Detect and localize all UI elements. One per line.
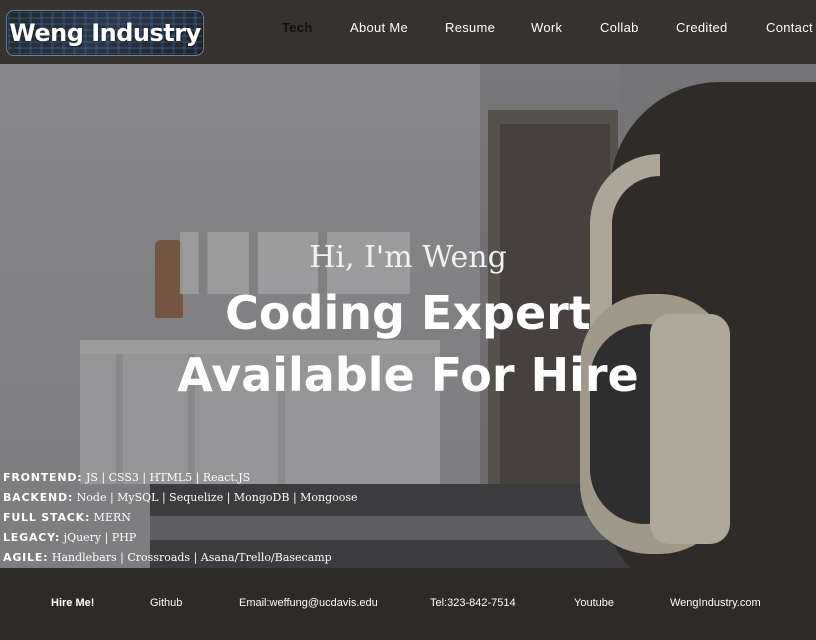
- skill-label: LEGACY:: [3, 531, 61, 544]
- skill-label: AGILE:: [3, 551, 49, 564]
- nav-item-tech[interactable]: Tech: [282, 20, 313, 35]
- github-link[interactable]: Github: [150, 597, 182, 609]
- site-logo[interactable]: Weng Industry: [6, 10, 204, 56]
- hero-greeting: Hi, I'm Weng: [309, 240, 507, 275]
- skill-row-full-stack: FULL STACK: MERN: [3, 508, 358, 528]
- nav-item-contact[interactable]: Contact: [766, 20, 813, 35]
- nav-item-credited[interactable]: Credited: [676, 20, 728, 35]
- logo-text: Weng Industry: [9, 19, 201, 47]
- skill-label: FULL STACK:: [3, 511, 91, 524]
- email-link[interactable]: Email:weffung@ucdavis.edu: [239, 597, 378, 609]
- hire-me-link[interactable]: Hire Me!: [51, 597, 94, 609]
- skill-label: BACKEND:: [3, 491, 74, 504]
- footer-bar: Hire Me! Github Email:weffung@ucdavis.ed…: [0, 568, 816, 640]
- skill-row-frontend: FRONTEND: JS | CSS3 | HTML5 | React.JS: [3, 468, 358, 488]
- skill-value: jQuery | PHP: [60, 531, 137, 544]
- skill-row-agile: AGILE: Handlebars | Crossroads | Asana/T…: [3, 548, 358, 568]
- skill-value: JS | CSS3 | HTML5 | React.JS: [82, 471, 251, 484]
- telephone-link[interactable]: Tel:323-842-7514: [430, 597, 516, 609]
- top-navigation-bar: Weng Industry Tech About Me Resume Work …: [0, 0, 816, 64]
- nav-item-resume[interactable]: Resume: [445, 20, 495, 35]
- nav-item-collab[interactable]: Collab: [600, 20, 639, 35]
- nav-item-work[interactable]: Work: [531, 20, 562, 35]
- skill-row-backend: BACKEND: Node | MySQL | Sequelize | Mong…: [3, 488, 358, 508]
- hero-section: Hi, I'm Weng Coding Expert Available For…: [0, 64, 816, 568]
- website-link[interactable]: WengIndustry.com: [670, 597, 761, 609]
- nav-item-about-me[interactable]: About Me: [350, 20, 408, 35]
- hero-headline-line-1: Coding Expert: [225, 286, 591, 340]
- skills-list: FRONTEND: JS | CSS3 | HTML5 | React.JS B…: [3, 468, 358, 568]
- hero-headline-line-2: Available For Hire: [177, 348, 639, 402]
- skill-value: Node | MySQL | Sequelize | MongoDB | Mon…: [73, 491, 358, 504]
- skill-row-legacy: LEGACY: jQuery | PHP: [3, 528, 358, 548]
- skill-value: MERN: [90, 511, 131, 524]
- youtube-link[interactable]: Youtube: [574, 597, 614, 609]
- skill-label: FRONTEND:: [3, 471, 83, 484]
- skill-value: Handlebars | Crossroads | Asana/Trello/B…: [48, 551, 332, 564]
